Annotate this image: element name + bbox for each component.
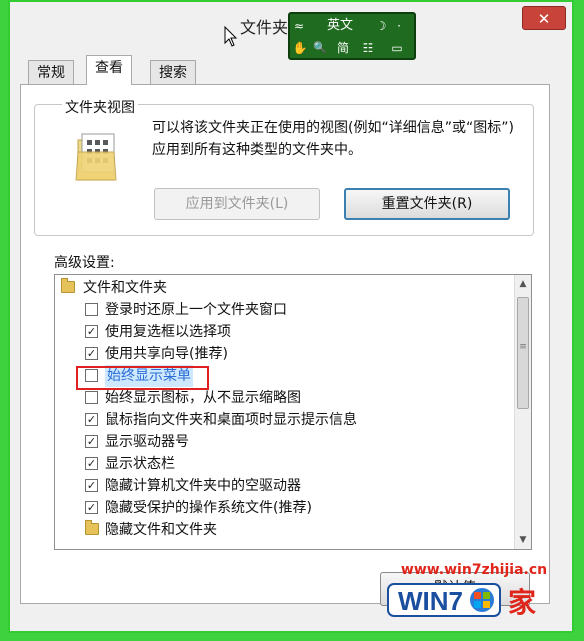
tab-view[interactable]: 查看 [86, 55, 132, 85]
advanced-settings-label: 高级设置: [54, 255, 115, 271]
checkbox[interactable]: ✓ [85, 435, 98, 448]
folder-views-label: 文件夹视图 [62, 97, 138, 117]
ime-toolbar: ≈ 英文 ☽ · ✋ 🔍 简 ☷ ▭ [288, 12, 416, 60]
option-label: 隐藏计算机文件夹中的空驱动器 [105, 478, 301, 494]
close-button[interactable]: ✕ [522, 6, 566, 30]
option-label: 使用共享向导(推荐) [105, 346, 228, 362]
grid-icon[interactable]: ☷ [360, 38, 376, 58]
search-icon[interactable]: 🔍 [312, 38, 328, 58]
watermark-logo: WIN7 家 [387, 583, 536, 618]
checkbox[interactable]: ✓ [85, 457, 98, 470]
folder-icon [85, 520, 99, 535]
hand-icon[interactable]: ✋ [292, 38, 308, 58]
site-watermark: www.win7zhijia.cn WIN7 家 [386, 562, 562, 618]
scrollbar-thumb[interactable]: ≡ [517, 297, 529, 409]
ime-simplified-label[interactable]: 简 [334, 38, 352, 58]
tree-folder-label: 文件和文件夹 [83, 280, 167, 296]
watermark-suffix: 家 [508, 586, 536, 618]
ime-toggle-icon[interactable]: ≈ [292, 16, 306, 36]
option-label: 始终显示图标，从不显示缩略图 [105, 390, 301, 406]
reset-folders-button[interactable]: 重置文件夹(R) [344, 188, 510, 220]
option-label: 显示状态栏 [105, 456, 175, 472]
moon-icon[interactable]: ☽ [374, 16, 388, 36]
folder-grid-icon [75, 133, 117, 181]
option-label: 鼠标指向文件夹和桌面项时显示提示信息 [105, 412, 357, 428]
mouse-cursor-icon [224, 26, 238, 47]
folder-icon [61, 278, 75, 293]
option-label: 使用复选框以选择项 [105, 324, 231, 340]
close-icon: ✕ [537, 10, 551, 28]
checkbox[interactable] [85, 303, 98, 316]
watermark-brand: WIN7 [398, 586, 463, 616]
tab-general[interactable]: 常规 [28, 60, 74, 84]
ime-mode-label[interactable]: 英文 [320, 16, 360, 36]
checkbox[interactable]: ✓ [85, 413, 98, 426]
punctuation-icon[interactable]: · [392, 16, 406, 36]
scroll-up-icon[interactable]: ▲ [515, 275, 531, 293]
checkbox[interactable]: ✓ [85, 325, 98, 338]
highlight-annotation-box [76, 366, 209, 390]
watermark-url: www.win7zhijia.cn [400, 562, 548, 578]
checkbox[interactable]: ✓ [85, 347, 98, 360]
tree-folder-label: 隐藏文件和文件夹 [105, 522, 217, 538]
option-label: 隐藏受保护的操作系统文件(推荐) [105, 500, 312, 516]
checkbox[interactable] [85, 391, 98, 404]
keyboard-icon[interactable]: ▭ [384, 38, 410, 58]
scroll-down-icon[interactable]: ▼ [515, 531, 531, 549]
checkbox[interactable]: ✓ [85, 479, 98, 492]
vertical-scrollbar[interactable]: ▲ ≡ ▼ [514, 275, 531, 549]
tab-search[interactable]: 搜索 [150, 60, 196, 84]
folder-views-description: 可以将该文件夹正在使用的视图(例如“详细信息”或“图标”)应用到所有这种类型的文… [152, 120, 514, 158]
advanced-settings-tree[interactable]: 文件和文件夹 登录时还原上一个文件夹窗口 ✓ 使用复选框以选择项 ✓ 使用共享向… [54, 274, 532, 550]
option-label: 显示驱动器号 [105, 434, 189, 450]
option-label: 登录时还原上一个文件夹窗口 [105, 302, 287, 318]
grip-icon: ≡ [519, 342, 527, 352]
checkbox[interactable]: ✓ [85, 501, 98, 514]
window-title: 文件夹 [240, 18, 289, 37]
apply-to-folders-button[interactable]: 应用到文件夹(L) [154, 188, 320, 220]
